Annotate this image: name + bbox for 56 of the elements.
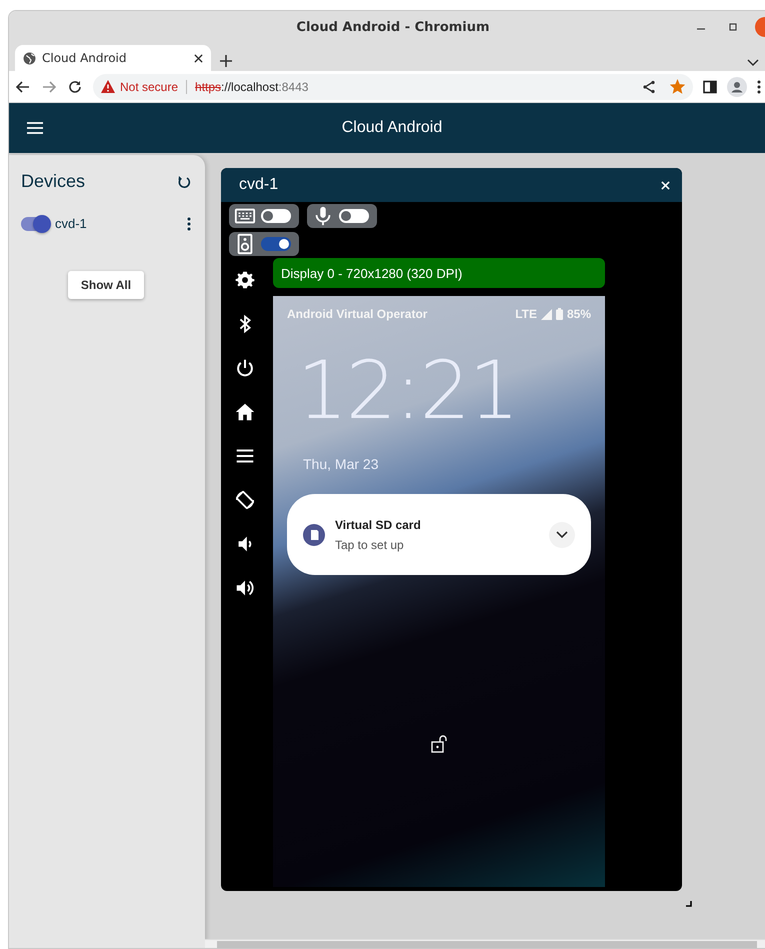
url-host: ://localhost (221, 80, 278, 94)
device-toggle[interactable] (21, 216, 49, 230)
sd-card-icon (303, 524, 325, 546)
url-port: :8443 (278, 80, 308, 94)
warning-icon (101, 80, 115, 93)
keyboard-toggle[interactable] (229, 204, 299, 228)
url-scheme: https (195, 80, 222, 94)
panel-title: cvd-1 (239, 176, 278, 194)
show-all-button[interactable]: Show All (68, 271, 144, 299)
globe-icon (23, 52, 36, 64)
signal-icon (540, 308, 552, 320)
phone-screen[interactable]: Android Virtual Operator LTE 85% 12:21 Thu, Mar 23 Virtual SD card Tap to set up (273, 296, 605, 887)
unlock-icon[interactable] (431, 735, 447, 753)
speaker-toggle[interactable] (229, 232, 299, 256)
close-tab-icon[interactable] (194, 54, 203, 62)
browser-tab[interactable]: Cloud Android (15, 45, 211, 71)
more-options-icon[interactable] (187, 216, 191, 230)
battery-icon (556, 308, 563, 320)
device-name[interactable]: cvd-1 (55, 216, 181, 231)
new-tab-button[interactable] (219, 54, 233, 68)
horizontal-scrollbar[interactable] (205, 939, 765, 948)
more-options-icon[interactable] (757, 80, 761, 94)
reload-button[interactable] (67, 78, 83, 94)
rotate-icon (234, 489, 256, 511)
notification-title: Virtual SD card (335, 518, 422, 532)
close-button[interactable] (661, 180, 670, 190)
window-title: Cloud Android - Chromium (296, 20, 490, 34)
notification-card[interactable]: Virtual SD card Tap to set up (287, 494, 591, 575)
refresh-icon[interactable] (177, 174, 191, 188)
carrier-name: Android Virtual Operator (287, 307, 428, 321)
star-icon[interactable] (670, 79, 685, 94)
resize-handle-icon[interactable] (686, 901, 692, 907)
power-icon (234, 357, 256, 379)
chevron-down-icon (556, 530, 568, 538)
home-icon (234, 401, 256, 423)
address-field[interactable]: Not secure https://localhost:8443 (93, 74, 693, 100)
profile-icon[interactable] (727, 76, 747, 96)
sidebar-title: Devices (21, 171, 86, 192)
lock-clock: 12:21 (297, 351, 519, 431)
menu-button[interactable] (27, 122, 43, 134)
microphone-toggle[interactable] (307, 204, 377, 228)
expand-button[interactable] (549, 522, 575, 548)
share-icon[interactable] (642, 80, 656, 94)
display-label: Display 0 - 720x1280 (320 DPI) (273, 258, 605, 288)
lock-date: Thu, Mar 23 (303, 456, 380, 472)
tab-search-button[interactable] (747, 59, 759, 67)
security-label[interactable]: Not secure (120, 80, 178, 94)
settings-icon (234, 269, 256, 291)
side-panel-icon[interactable] (703, 80, 717, 94)
forward-button[interactable] (41, 78, 57, 94)
maximize-icon[interactable] (728, 22, 738, 32)
network-type: LTE (515, 307, 537, 321)
app-title: Cloud Android (342, 119, 442, 136)
battery-level: 85% (566, 307, 591, 321)
back-button[interactable] (15, 78, 31, 94)
notification-text: Tap to set up (335, 538, 405, 552)
